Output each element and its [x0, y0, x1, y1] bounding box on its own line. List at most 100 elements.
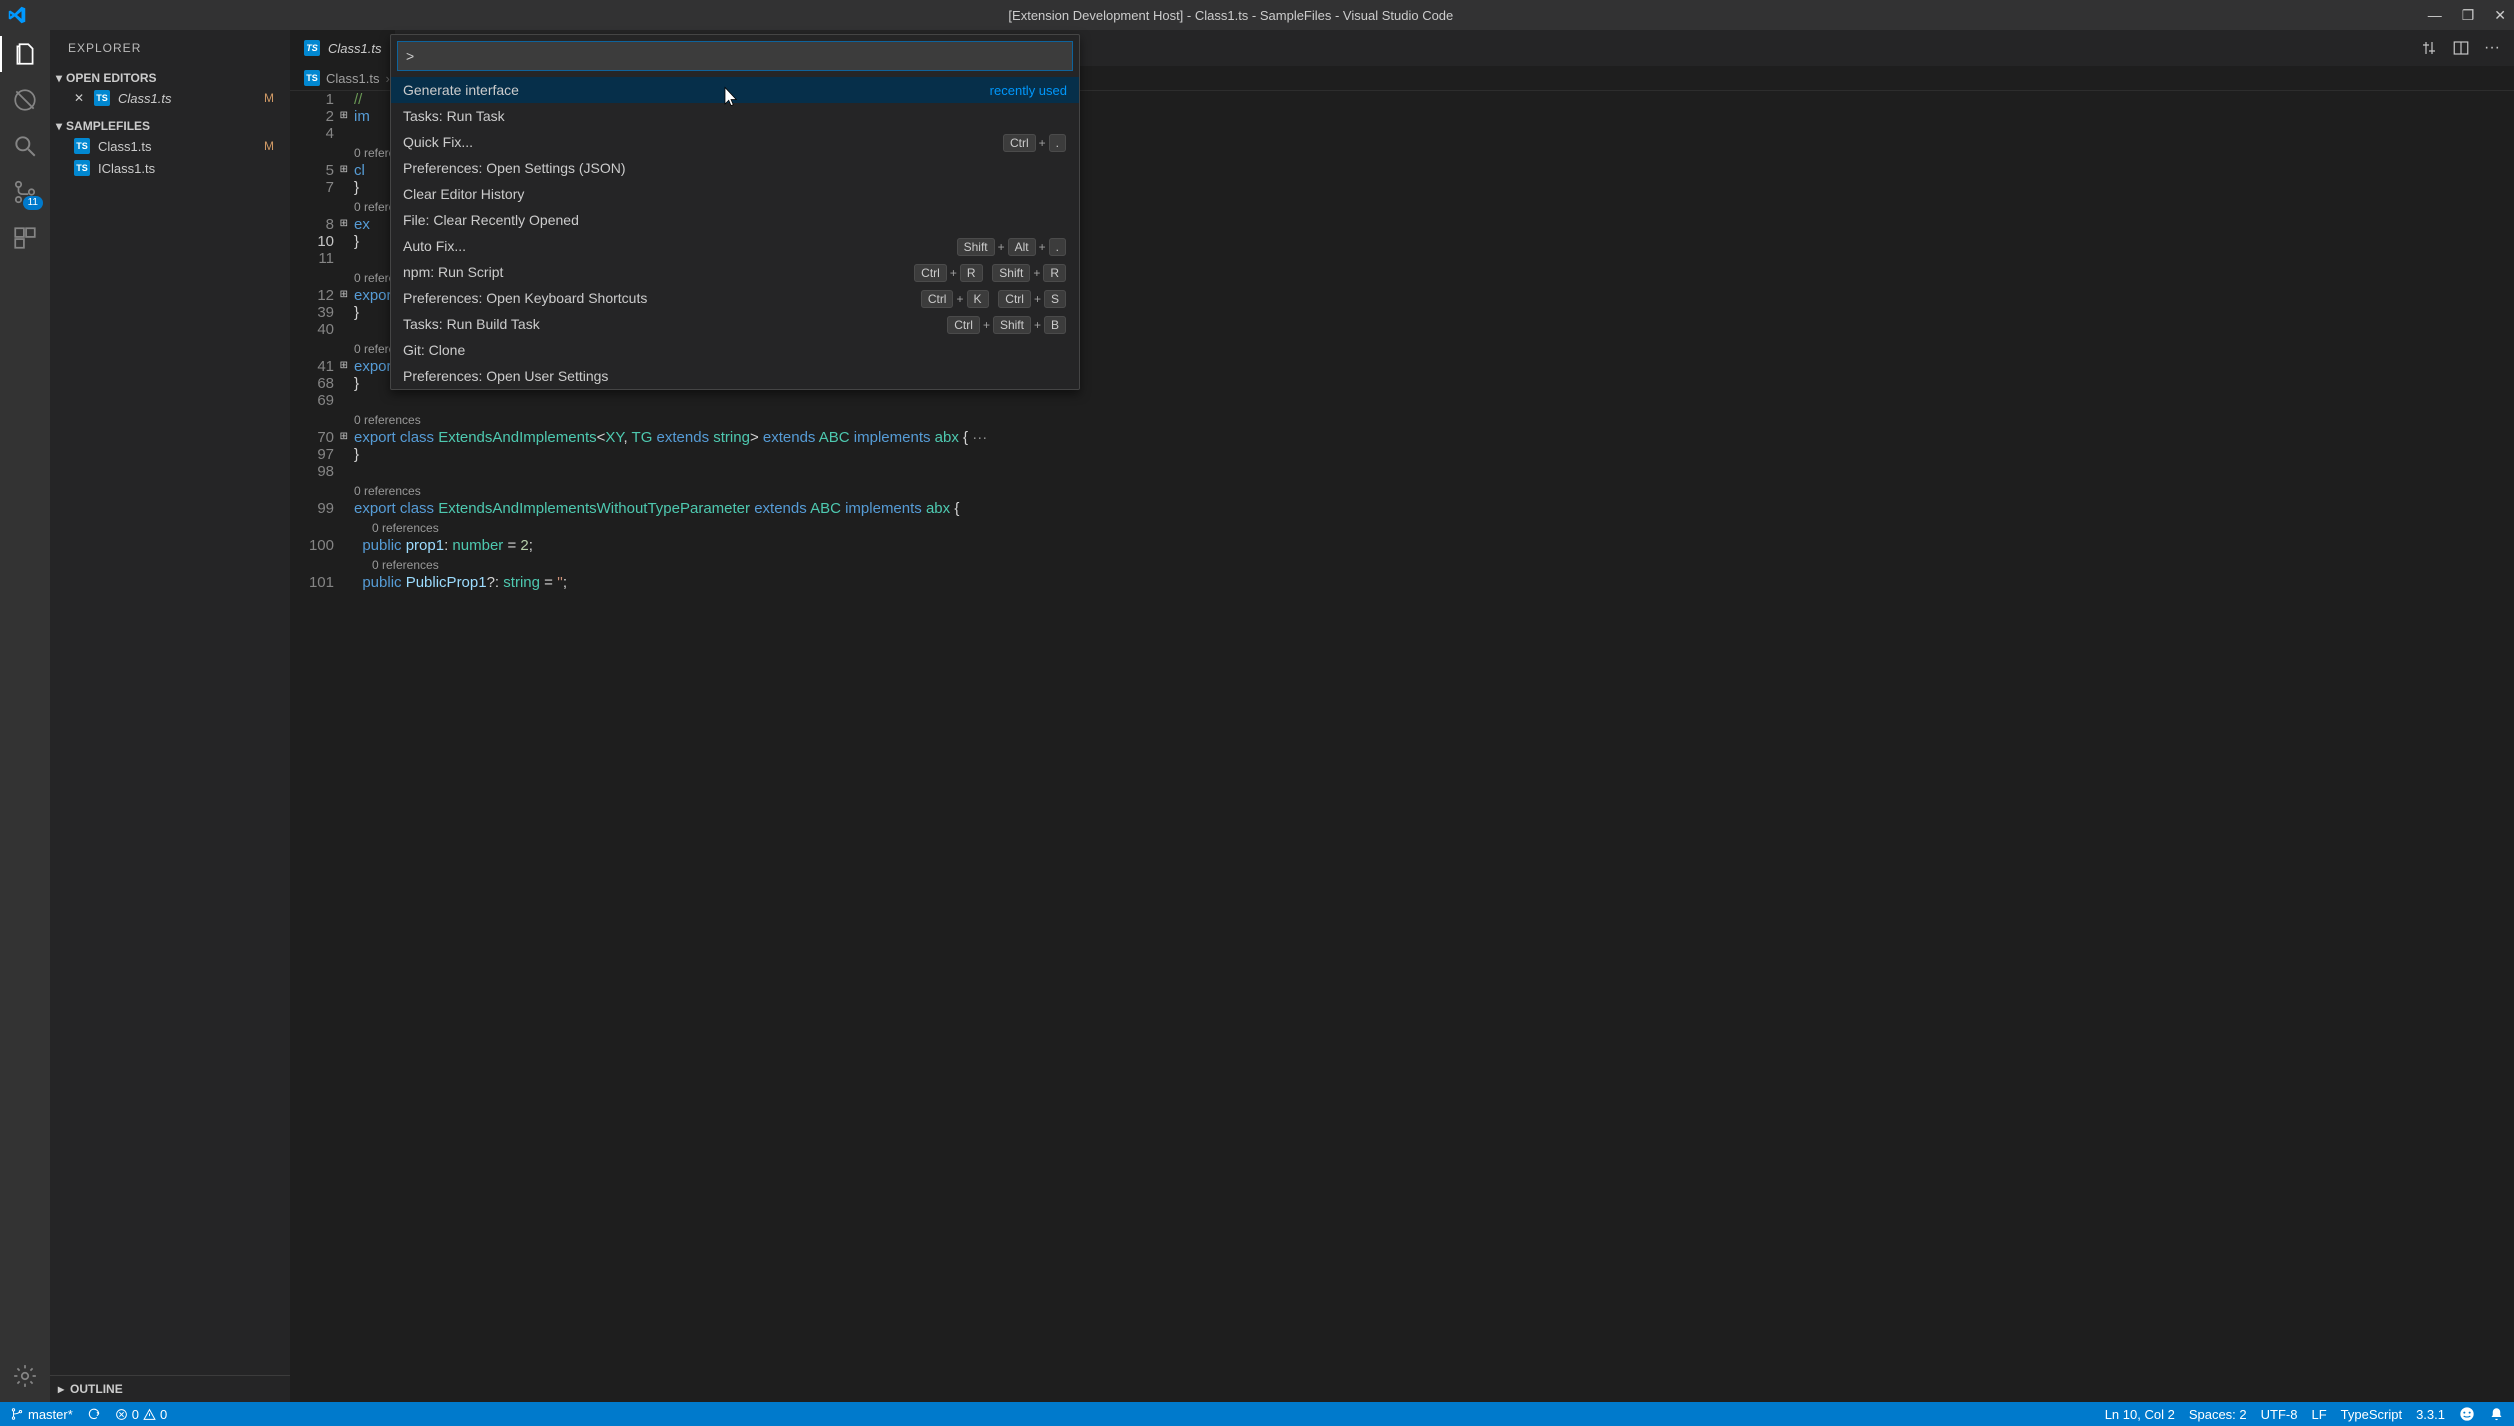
activity-bar: 11 — [0, 30, 50, 1402]
editor-tab[interactable]: TS Class1.ts — [290, 30, 396, 66]
file-name: IClass1.ts — [98, 161, 155, 176]
cursor-position-status[interactable]: Ln 10, Col 2 — [2105, 1407, 2175, 1422]
sync-status[interactable] — [87, 1407, 101, 1421]
maximize-button[interactable]: ❐ — [2462, 7, 2475, 24]
problems-status[interactable]: 0 0 — [115, 1407, 167, 1422]
notifications-icon[interactable] — [2489, 1407, 2504, 1422]
sidebar-title: EXPLORER — [50, 30, 290, 65]
typescript-file-icon: TS — [304, 40, 320, 56]
feedback-icon[interactable] — [2459, 1406, 2475, 1422]
code-line[interactable]: 70⊞export class ExtendsAndImplements<XY,… — [290, 429, 2514, 446]
code-line[interactable]: 69 — [290, 392, 2514, 409]
window-title: [Extension Development Host] - Class1.ts… — [34, 8, 2428, 23]
command-label: Preferences: Open Settings (JSON) — [403, 160, 626, 176]
breadcrumb-file: Class1.ts — [326, 71, 379, 86]
debug-activity-icon[interactable] — [11, 86, 39, 114]
command-label: Generate interface — [403, 82, 519, 98]
outline-header[interactable]: ▸ OUTLINE — [50, 1375, 290, 1402]
scm-badge: 11 — [23, 196, 43, 210]
codelens[interactable]: 0 references — [290, 480, 2514, 500]
open-editors-header[interactable]: ▾ OPEN EDITORS — [50, 69, 290, 87]
vscode-logo-icon — [8, 6, 26, 24]
indentation-status[interactable]: Spaces: 2 — [2189, 1407, 2247, 1422]
file-name: Class1.ts — [118, 91, 171, 106]
open-editor-item[interactable]: ✕ TS Class1.ts M — [50, 87, 290, 109]
code-line[interactable]: 101 public PublicProp1?: string = ''; — [290, 574, 2514, 591]
mouse-cursor-icon — [722, 86, 740, 110]
chevron-down-icon: ▾ — [56, 119, 62, 133]
scm-activity-icon[interactable]: 11 — [11, 178, 39, 206]
keybinding: Ctrl+K Ctrl+S — [920, 290, 1067, 306]
chevron-down-icon: ▾ — [56, 71, 62, 85]
codelens[interactable]: 0 references — [290, 517, 2514, 537]
command-palette-item[interactable]: Preferences: Open Keyboard Shortcuts Ctrl… — [391, 285, 1079, 311]
search-activity-icon[interactable] — [11, 132, 39, 160]
explorer-sidebar: EXPLORER ▾ OPEN EDITORS ✕ TS Class1.ts M… — [50, 30, 290, 1402]
command-palette-item[interactable]: Quick Fix... Ctrl+. — [391, 129, 1079, 155]
code-line[interactable]: 98 — [290, 463, 2514, 480]
command-palette-item[interactable]: Clear Editor History — [391, 181, 1079, 207]
close-window-button[interactable]: ✕ — [2494, 7, 2506, 24]
keybinding: Ctrl+Shift+B — [946, 316, 1067, 332]
code-line[interactable]: 100 public prop1: number = 2; — [290, 537, 2514, 554]
encoding-status[interactable]: UTF-8 — [2261, 1407, 2298, 1422]
command-label: Tasks: Run Build Task — [403, 316, 540, 332]
typescript-file-icon: TS — [94, 90, 110, 106]
title-bar: [Extension Development Host] - Class1.ts… — [0, 0, 2514, 30]
command-label: Preferences: Open Keyboard Shortcuts — [403, 290, 647, 306]
command-palette-input[interactable] — [397, 41, 1073, 71]
minimize-button[interactable]: — — [2428, 7, 2442, 23]
tab-label: Class1.ts — [328, 41, 381, 56]
typescript-file-icon: TS — [74, 138, 90, 154]
fold-icon[interactable]: ⊞ — [340, 360, 348, 371]
code-line[interactable]: 97} — [290, 446, 2514, 463]
code-line[interactable]: 99export class ExtendsAndImplementsWitho… — [290, 500, 2514, 517]
command-label: Auto Fix... — [403, 238, 466, 254]
keybinding: Shift+Alt+. — [956, 238, 1067, 254]
command-label: Git: Clone — [403, 342, 465, 358]
codelens[interactable]: 0 references — [290, 409, 2514, 429]
codelens[interactable]: 0 references — [290, 554, 2514, 574]
command-label: File: Clear Recently Opened — [403, 212, 579, 228]
explorer-activity-icon[interactable] — [11, 40, 39, 68]
fold-icon[interactable]: ⊞ — [340, 218, 348, 229]
file-item[interactable]: TS IClass1.ts — [50, 157, 290, 179]
more-actions-icon[interactable]: ··· — [2484, 39, 2500, 57]
command-palette-item[interactable]: Auto Fix... Shift+Alt+. — [391, 233, 1079, 259]
compare-icon[interactable] — [2420, 39, 2438, 57]
typescript-file-icon: TS — [74, 160, 90, 176]
command-label: npm: Run Script — [403, 264, 503, 280]
command-palette-item[interactable]: File: Clear Recently Opened — [391, 207, 1079, 233]
settings-activity-icon[interactable] — [11, 1362, 39, 1390]
command-palette-item[interactable]: Git: Clone — [391, 337, 1079, 363]
file-item[interactable]: TS Class1.ts M — [50, 135, 290, 157]
command-label: Tasks: Run Task — [403, 108, 505, 124]
status-bar: master* 0 0 Ln 10, Col 2 Spaces: 2 UTF-8… — [0, 1402, 2514, 1426]
command-palette-item[interactable]: Preferences: Open User Settings — [391, 363, 1079, 389]
fold-icon[interactable]: ⊞ — [340, 289, 348, 300]
eol-status[interactable]: LF — [2311, 1407, 2326, 1422]
command-palette-item[interactable]: Preferences: Open Settings (JSON) — [391, 155, 1079, 181]
fold-icon[interactable]: ⊞ — [340, 431, 348, 442]
typescript-version-status[interactable]: 3.3.1 — [2416, 1407, 2445, 1422]
command-palette-item[interactable]: Tasks: Run Build Task Ctrl+Shift+B — [391, 311, 1079, 337]
git-branch-status[interactable]: master* — [10, 1407, 73, 1422]
modified-badge: M — [264, 139, 280, 153]
file-name: Class1.ts — [98, 139, 151, 154]
folder-header[interactable]: ▾ SAMPLEFILES — [50, 117, 290, 135]
language-mode-status[interactable]: TypeScript — [2341, 1407, 2402, 1422]
close-editor-icon[interactable]: ✕ — [74, 91, 86, 105]
fold-icon[interactable]: ⊞ — [340, 164, 348, 175]
extensions-activity-icon[interactable] — [11, 224, 39, 252]
fold-icon[interactable]: ⊞ — [340, 110, 348, 121]
recently-used-label: recently used — [990, 83, 1067, 98]
keybinding: Ctrl+R Shift+R — [913, 264, 1067, 280]
split-editor-icon[interactable] — [2452, 39, 2470, 57]
modified-badge: M — [264, 91, 280, 105]
chevron-right-icon: ▸ — [58, 1382, 64, 1396]
keybinding: Ctrl+. — [1002, 134, 1067, 150]
command-label: Quick Fix... — [403, 134, 473, 150]
typescript-file-icon: TS — [304, 70, 320, 86]
editor-area: TS Class1.ts ··· TS Class1.ts › … 1//2⊞i… — [290, 30, 2514, 1402]
command-palette-item[interactable]: npm: Run Script Ctrl+R Shift+R — [391, 259, 1079, 285]
